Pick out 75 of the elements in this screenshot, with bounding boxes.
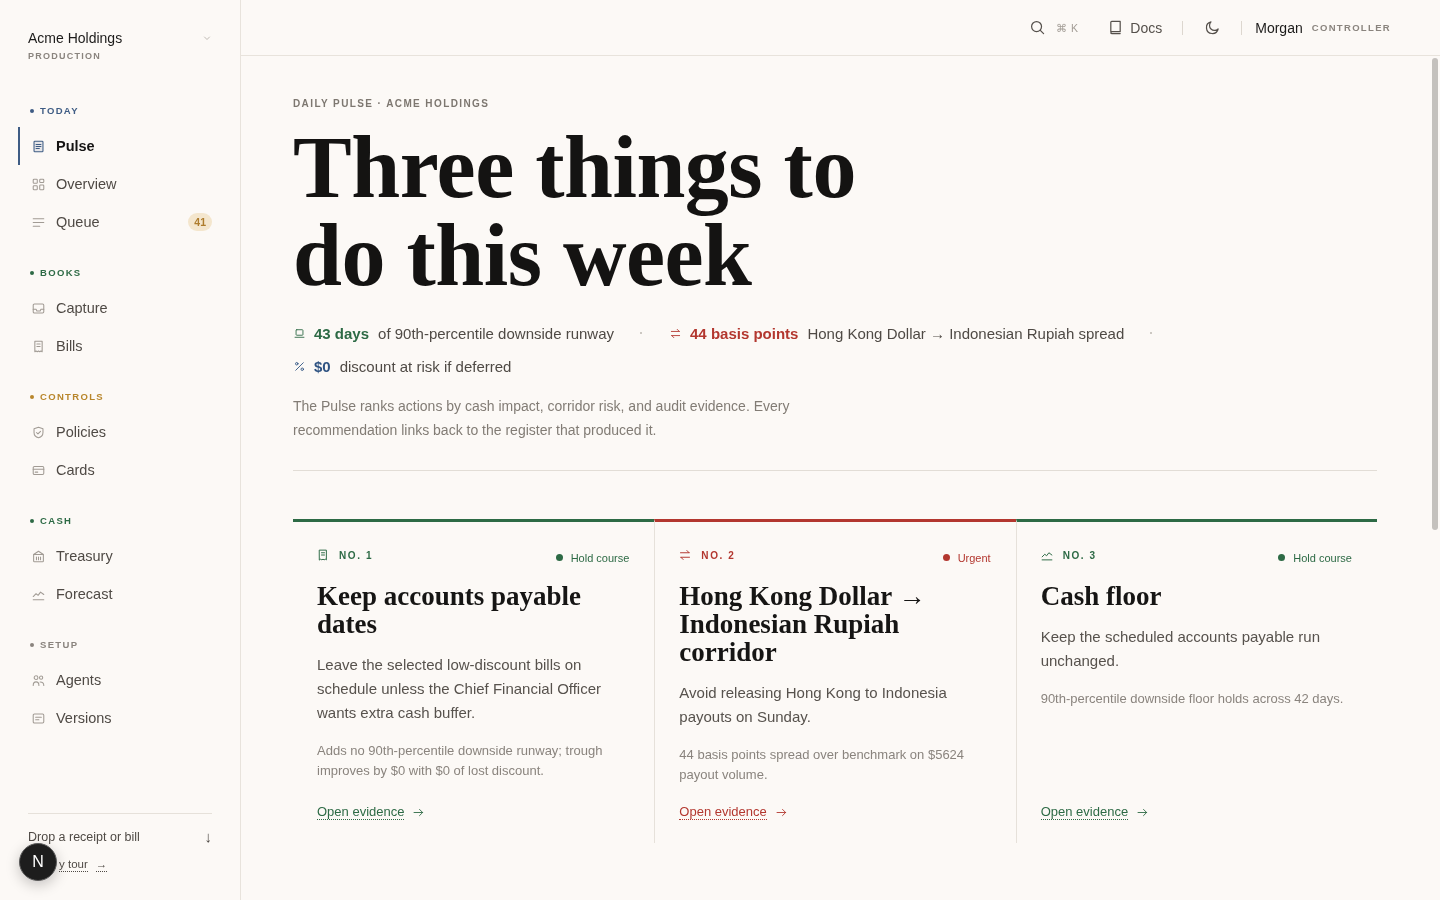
nav-item[interactable]: Forecast <box>18 575 212 613</box>
card-number: NO. 1 <box>339 549 374 561</box>
section-title: TODAY <box>40 105 79 117</box>
theme-toggle-button[interactable] <box>1205 20 1221 35</box>
arrow-right-icon <box>775 807 787 818</box>
search-icon <box>1030 20 1046 35</box>
laptop-icon <box>294 327 305 339</box>
inbox-icon <box>32 301 45 315</box>
status-label: Urgent <box>957 551 991 564</box>
stat-value: 44 basis points <box>690 324 799 342</box>
nav-item[interactable]: Overview <box>18 165 212 203</box>
user-name: Morgan <box>1255 19 1303 36</box>
arrow-right-icon <box>413 807 425 818</box>
section-title: CONTROLS <box>40 391 104 403</box>
card-title: Keep accounts payable dates <box>317 582 582 638</box>
chevron-down-icon <box>203 34 211 42</box>
shield-check-icon <box>32 425 45 439</box>
stat-text: of 90th-percentile downside runway <box>378 324 615 342</box>
open-evidence-link[interactable]: Open evidence <box>1040 785 1149 820</box>
user-role: CONTROLLER <box>1311 22 1391 33</box>
docs-link[interactable]: Docs <box>1108 19 1163 36</box>
card-title: Cash floor <box>1040 582 1163 610</box>
stat-text: discount at risk if deferred <box>339 357 512 375</box>
moon-icon <box>1205 20 1221 35</box>
section-title: CASH <box>40 515 73 527</box>
nav-item[interactable]: Pulse <box>18 127 212 165</box>
nav-item[interactable]: Capture <box>18 289 212 327</box>
status-label: Hold course <box>1293 551 1352 564</box>
card-note: Adds no 90th-percentile downside runway; trough improves by $0 with $0 of lost discount. <box>317 742 604 780</box>
scrollbar-thumb[interactable] <box>1432 58 1438 530</box>
bank-icon <box>32 549 45 563</box>
section-title: BOOKS <box>40 267 82 279</box>
document-icon <box>32 139 45 153</box>
text-box-icon <box>32 711 45 725</box>
status-label: Hold course <box>570 551 630 564</box>
open-evidence-link[interactable]: Open evidence <box>679 785 787 820</box>
nav-item[interactable]: Queue 41 <box>18 203 212 241</box>
nav-item[interactable]: Cards <box>18 451 212 489</box>
card-note: 90th-percentile downside floor holds across 42 days. <box>1040 690 1345 708</box>
card-title: Hong Kong Dollar → Indonesian Rupiah corridor <box>679 582 927 666</box>
nav-item[interactable]: Treasury <box>18 537 212 575</box>
eyebrow-label: DAILY PULSE · ACME HOLDINGS <box>293 98 491 110</box>
floating-action-button[interactable]: N <box>19 843 57 881</box>
receipt-icon <box>317 549 329 561</box>
nav-item[interactable]: Versions <box>18 699 212 737</box>
percent-icon <box>294 360 305 372</box>
arrow-right-icon <box>1137 807 1149 818</box>
stat-value: $0 <box>314 357 331 375</box>
book-icon <box>1108 20 1124 35</box>
nav-item[interactable]: Policies <box>18 413 212 451</box>
card-body: Keep the scheduled accounts payable run unchanged. <box>1040 627 1322 671</box>
nav-item[interactable]: Agents <box>18 661 212 699</box>
open-evidence-link[interactable]: Open evidence <box>317 785 425 820</box>
stat-value: 43 days <box>314 324 370 342</box>
nav-item[interactable]: Bills <box>18 327 212 365</box>
people-icon <box>32 673 45 687</box>
stat-text: Hong Kong Dollar → Indonesian Rupiah spread <box>807 324 1125 342</box>
receipt-icon <box>32 339 45 353</box>
page-headline: Three things to do this week <box>293 124 857 300</box>
card-number: NO. 3 <box>1062 549 1097 561</box>
grid-icon <box>32 177 45 191</box>
credit-card-icon <box>32 463 45 477</box>
card-body: Avoid releasing Hong Kong to Indonesia payouts on Sunday. <box>679 683 948 727</box>
section-title: SETUP <box>40 639 79 651</box>
intro-paragraph: The Pulse ranks actions by cash impact, corridor risk, and audit evidence. Every recommendation links back to the register that produced it. <box>293 397 791 440</box>
card-body: Leave the selected low-discount bills on schedule unless the Chief Financial Officer wants extra cash buffer. <box>317 655 603 723</box>
swap-arrows-icon <box>670 327 682 339</box>
card-number: NO. 2 <box>701 549 736 561</box>
list-icon <box>32 215 45 229</box>
swap-arrows-icon <box>679 549 692 561</box>
tour-link[interactable]: y tour → <box>59 857 108 872</box>
workspace-switcher[interactable]: Acme Holdings PRODUCTION <box>28 28 212 62</box>
line-chart-icon <box>1040 549 1053 561</box>
card-note: 44 basis points spread over benchmark on $5624 payout volume. <box>679 746 966 784</box>
count-badge: 41 <box>188 213 212 231</box>
